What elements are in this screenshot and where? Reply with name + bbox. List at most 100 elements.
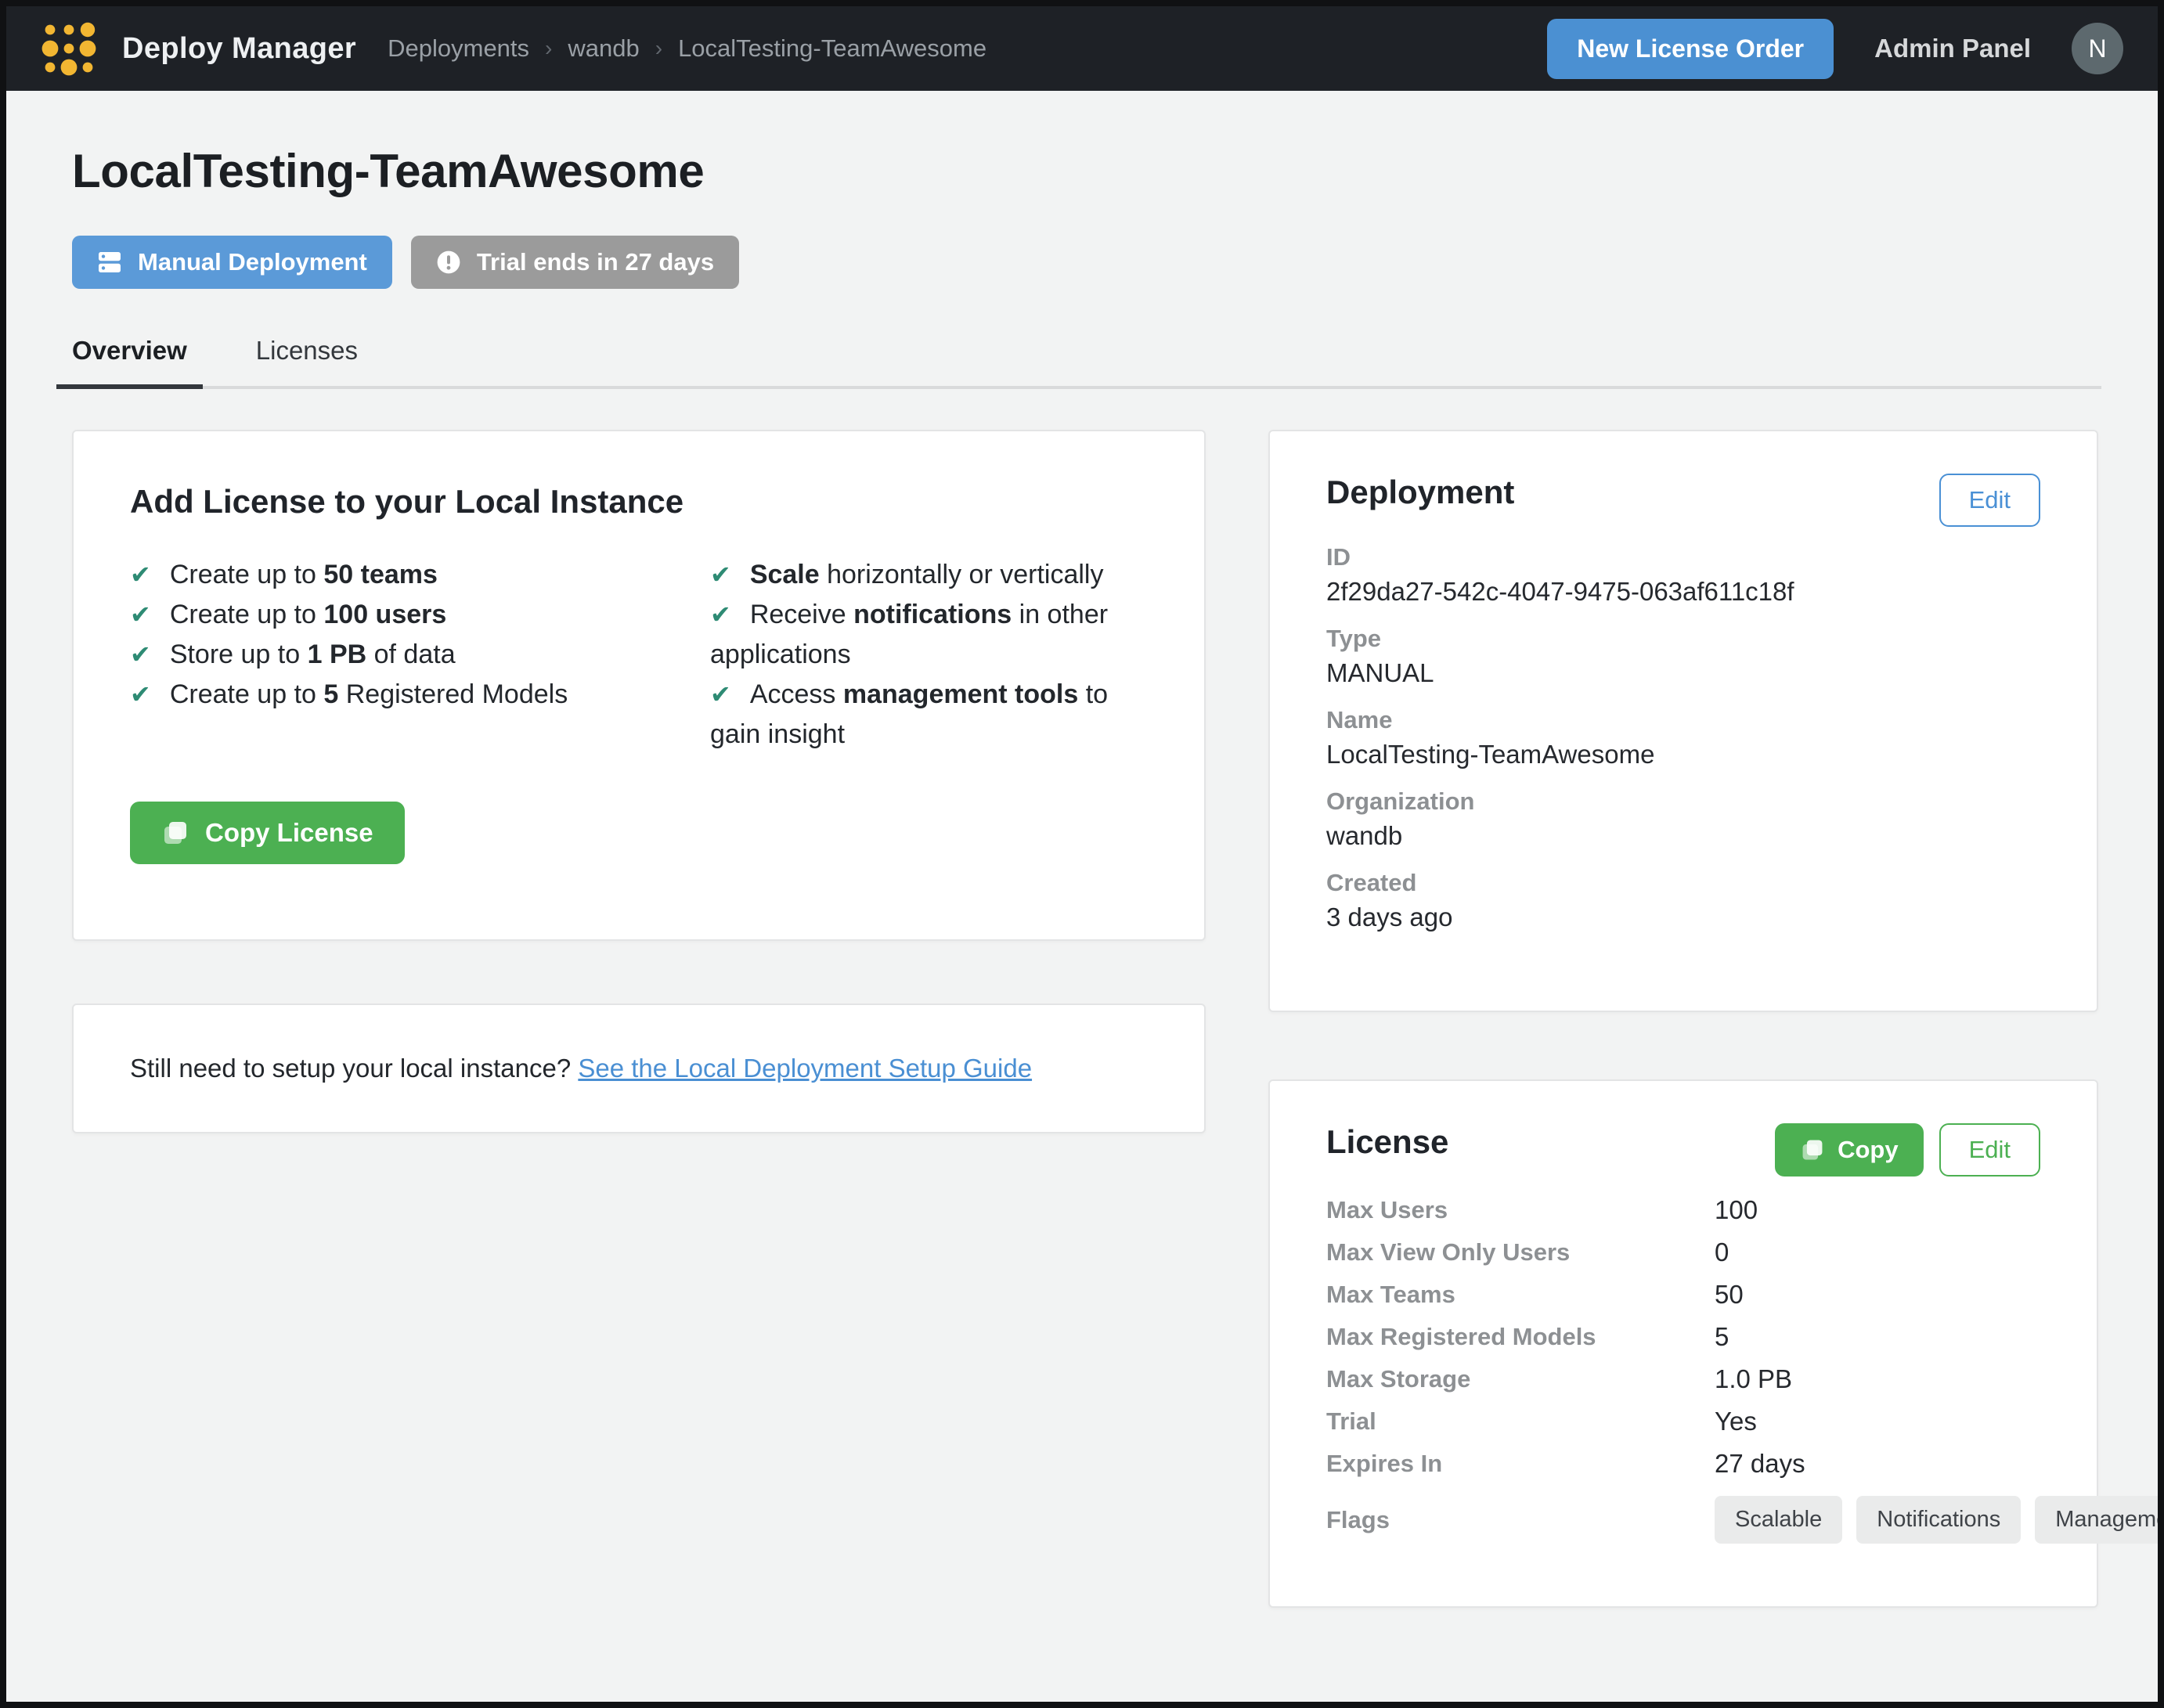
license-row-flags: Flags Scalable Notifications Management …: [1326, 1496, 2040, 1544]
license-edit-button[interactable]: Edit: [1939, 1123, 2040, 1177]
user-avatar[interactable]: N: [2072, 23, 2123, 74]
license-row-max-teams: Max Teams 50: [1326, 1274, 2040, 1316]
top-navbar: Deploy Manager Deployments › wandb › Loc…: [6, 6, 2158, 91]
deployment-card-header: Deployment Edit: [1326, 474, 2040, 527]
check-icon: ✔: [130, 560, 151, 589]
copy-license-button-label: Copy License: [205, 818, 373, 848]
feature-list: ✔Create up to 50 teams ✔Create up to 100…: [130, 555, 1148, 755]
row-label: Max Registered Models: [1326, 1316, 1715, 1358]
content-grid: Add License to your Local Instance ✔Crea…: [72, 430, 2101, 1608]
right-column: Deployment Edit ID 2f29da27-542c-4047-94…: [1268, 430, 2098, 1608]
badge-row: Manual Deployment Trial ends in 27 days: [72, 236, 2101, 289]
trial-badge-label: Trial ends in 27 days: [477, 248, 714, 276]
breadcrumb-separator-icon: ›: [545, 36, 552, 61]
page-title: LocalTesting-TeamAwesome: [72, 144, 2101, 198]
app-root: Deploy Manager Deployments › wandb › Loc…: [6, 6, 2158, 1702]
app-title: Deploy Manager: [122, 32, 356, 66]
tab-licenses[interactable]: Licenses: [240, 336, 373, 386]
license-card-title: License: [1326, 1123, 1448, 1161]
feature-item: ✔Create up to 50 teams: [130, 555, 694, 595]
window: Deploy Manager Deployments › wandb › Loc…: [0, 0, 2164, 1708]
copy-license-button[interactable]: Copy License: [130, 802, 405, 864]
deployment-field-type: Type MANUAL: [1326, 624, 2040, 690]
row-value: 0: [1715, 1231, 1729, 1274]
field-value: wandb: [1326, 820, 2040, 852]
main-content: LocalTesting-TeamAwesome Manual Deployme…: [6, 91, 2158, 1702]
license-card: License Copy Edit: [1268, 1079, 2098, 1608]
setup-guide-text: Still need to setup your local instance?: [130, 1054, 578, 1083]
breadcrumb-separator-icon: ›: [655, 36, 662, 61]
field-value: 3 days ago: [1326, 901, 2040, 934]
breadcrumb-wandb[interactable]: wandb: [568, 34, 639, 63]
license-row-max-users: Max Users 100: [1326, 1189, 2040, 1231]
license-rows: Max Users 100 Max View Only Users 0 Max …: [1326, 1189, 2040, 1544]
field-label: Type: [1326, 624, 2040, 654]
license-row-max-view-only-users: Max View Only Users 0: [1326, 1231, 2040, 1274]
deployment-edit-button[interactable]: Edit: [1939, 474, 2040, 527]
add-license-card-title: Add License to your Local Instance: [130, 483, 1148, 521]
row-label: Expires In: [1326, 1443, 1715, 1485]
deployment-field-organization: Organization wandb: [1326, 787, 2040, 852]
row-value: Yes: [1715, 1400, 1757, 1443]
license-row-trial: Trial Yes: [1326, 1400, 2040, 1443]
row-label: Flags: [1326, 1499, 1715, 1541]
row-label: Max Teams: [1326, 1274, 1715, 1316]
license-card-actions: Copy Edit: [1775, 1123, 2040, 1177]
logo-dots: [38, 20, 100, 77]
breadcrumb-current: LocalTesting-TeamAwesome: [678, 34, 986, 63]
license-card-header: License Copy Edit: [1326, 1123, 2040, 1177]
row-value: 100: [1715, 1189, 1758, 1231]
feature-column-right: ✔Scale horizontally or vertically ✔Recei…: [710, 555, 1148, 755]
wandb-dots-logo-icon[interactable]: [38, 20, 100, 77]
copy-icon: [1800, 1137, 1825, 1162]
check-icon: ✔: [710, 600, 731, 629]
row-value: 50: [1715, 1274, 1744, 1316]
license-row-expires-in: Expires In 27 days: [1326, 1443, 2040, 1485]
feature-column-left: ✔Create up to 50 teams ✔Create up to 100…: [130, 555, 710, 755]
deployment-field-id: ID 2f29da27-542c-4047-9475-063af611c18f: [1326, 542, 2040, 608]
new-license-order-button[interactable]: New License Order: [1547, 19, 1834, 79]
setup-guide-card: Still need to setup your local instance?…: [72, 1004, 1206, 1133]
feature-item: ✔Access management tools to gain insight: [710, 675, 1148, 755]
manual-deployment-badge-label: Manual Deployment: [138, 248, 367, 276]
add-license-card: Add License to your Local Instance ✔Crea…: [72, 430, 1206, 941]
row-value: 5: [1715, 1316, 1729, 1358]
server-icon: [97, 250, 122, 275]
feature-item: ✔Scale horizontally or vertically: [710, 555, 1148, 595]
copy-icon: [161, 819, 189, 847]
field-value: MANUAL: [1326, 657, 2040, 690]
row-label: Trial: [1326, 1400, 1715, 1443]
field-label: Name: [1326, 705, 2040, 735]
trial-badge: Trial ends in 27 days: [411, 236, 739, 289]
navbar-right-group: New License Order Admin Panel N: [1547, 19, 2123, 79]
feature-item: ✔Receive notifications in other applicat…: [710, 595, 1148, 675]
row-value: 27 days: [1715, 1443, 1805, 1485]
check-icon: ✔: [130, 680, 151, 708]
flag-chips: Scalable Notifications Management Tools: [1715, 1496, 2158, 1544]
field-value: LocalTesting-TeamAwesome: [1326, 738, 2040, 771]
flag-chip-notifications: Notifications: [1856, 1496, 2021, 1544]
license-copy-button[interactable]: Copy: [1775, 1123, 1924, 1177]
license-row-max-registered-models: Max Registered Models 5: [1326, 1316, 2040, 1358]
tab-bar: Overview Licenses: [56, 336, 2101, 389]
row-label: Max Users: [1326, 1189, 1715, 1231]
setup-guide-link[interactable]: See the Local Deployment Setup Guide: [578, 1054, 1032, 1083]
license-row-max-storage: Max Storage 1.0 PB: [1326, 1358, 2040, 1400]
feature-item: ✔Create up to 100 users: [130, 595, 694, 635]
breadcrumb: Deployments › wandb › LocalTesting-TeamA…: [388, 34, 986, 63]
row-value: 1.0 PB: [1715, 1358, 1792, 1400]
feature-item: ✔Store up to 1 PB of data: [130, 635, 694, 675]
field-label: Organization: [1326, 787, 2040, 816]
field-label: Created: [1326, 868, 2040, 898]
deployment-field-name: Name LocalTesting-TeamAwesome: [1326, 705, 2040, 771]
check-icon: ✔: [130, 640, 151, 668]
admin-panel-link[interactable]: Admin Panel: [1874, 34, 2031, 63]
deployment-card-title: Deployment: [1326, 474, 1514, 511]
flag-chip-management-tools: Management Tools: [2035, 1496, 2158, 1544]
breadcrumb-deployments[interactable]: Deployments: [388, 34, 529, 63]
row-label: Max View Only Users: [1326, 1231, 1715, 1274]
license-copy-button-label: Copy: [1838, 1136, 1899, 1164]
left-column: Add License to your Local Instance ✔Crea…: [72, 430, 1206, 1133]
check-icon: ✔: [710, 560, 731, 589]
tab-overview[interactable]: Overview: [56, 336, 203, 389]
